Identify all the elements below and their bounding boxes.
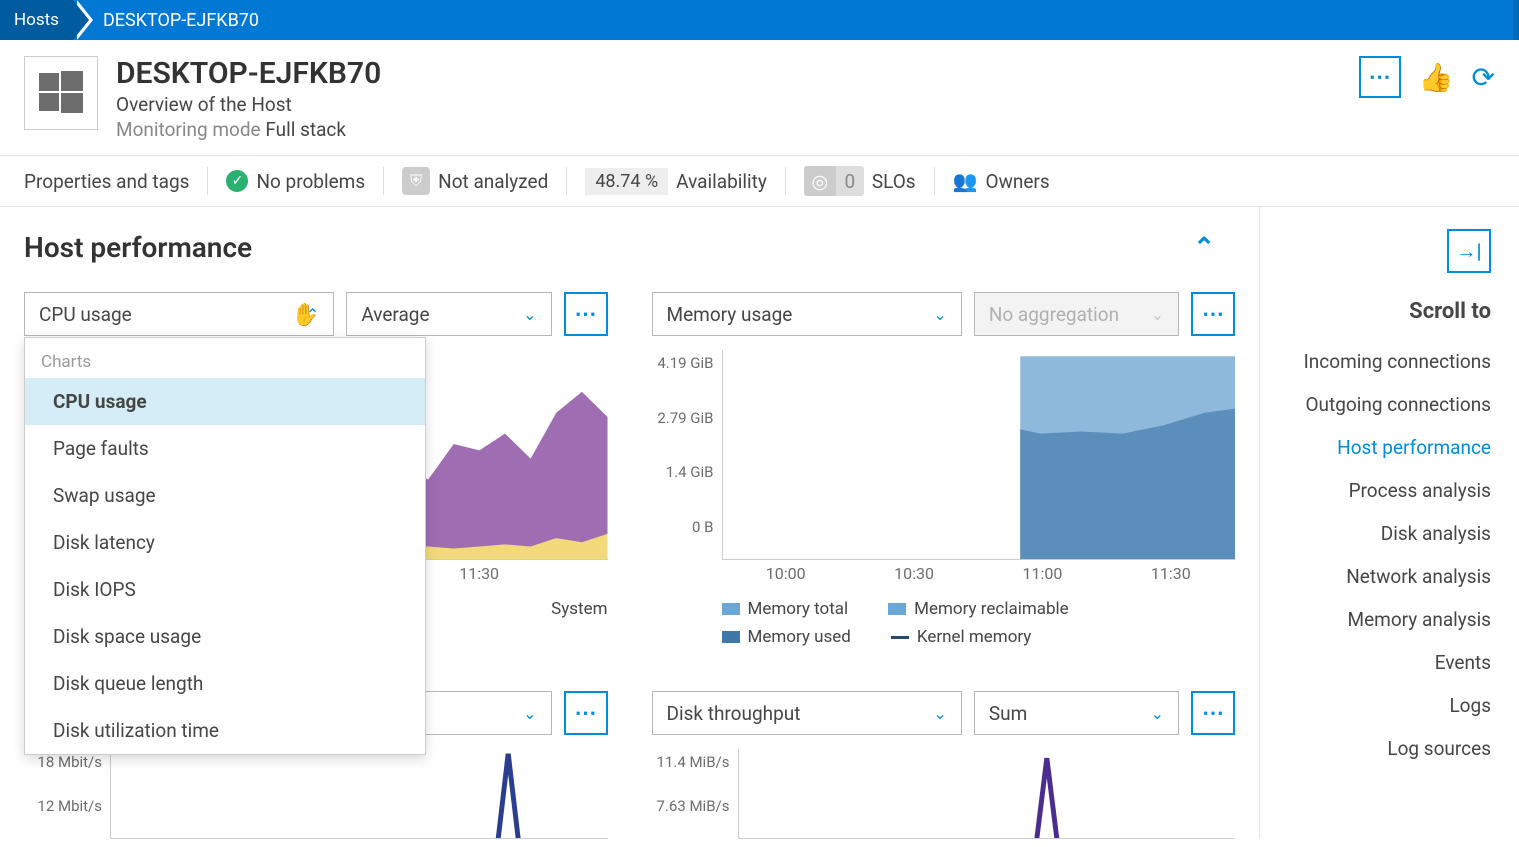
dropdown-item-page-faults[interactable]: Page faults bbox=[25, 425, 425, 472]
dropdown-item-cpu-usage[interactable]: CPU usage bbox=[25, 378, 425, 425]
refresh-icon[interactable]: ⟳ bbox=[1472, 61, 1495, 94]
scroll-link-network[interactable]: Network analysis bbox=[1288, 555, 1491, 598]
disk-chart-panel: Disk throughput⌄ Sum⌄ ⋯ 11.4 MiB/s7.63 M… bbox=[652, 691, 1236, 839]
memory-xaxis: 10:0010:3011:0011:30 bbox=[722, 564, 1236, 583]
disk-agg-dropdown[interactable]: Sum⌄ bbox=[974, 691, 1179, 735]
page-title: DESKTOP-EJFKB70 bbox=[116, 56, 381, 91]
memory-chart[interactable]: 4.19 GiB2.79 GiB1.4 GiB0 B bbox=[652, 350, 1236, 560]
divider bbox=[566, 167, 567, 195]
memory-agg-dropdown: No aggregation⌄ bbox=[974, 292, 1179, 336]
metric-dropdown-panel: Charts CPU usage Page faults Swap usage … bbox=[24, 337, 426, 755]
scroll-link-log-sources[interactable]: Log sources bbox=[1288, 727, 1491, 770]
chevron-up-icon: ⌃ bbox=[306, 305, 319, 324]
availability-pct: 48.74 % bbox=[585, 168, 668, 195]
scroll-link-memory[interactable]: Memory analysis bbox=[1288, 598, 1491, 641]
scroll-to-sidebar: →| Scroll to Incoming connections Outgoi… bbox=[1259, 207, 1519, 839]
disk-chart-menu[interactable]: ⋯ bbox=[1191, 691, 1235, 735]
problems-status[interactable]: ✓No problems bbox=[226, 170, 365, 193]
network-chart-menu[interactable]: ⋯ bbox=[564, 691, 608, 735]
disk-chart[interactable]: 11.4 MiB/s7.63 MiB/s bbox=[652, 749, 1236, 839]
dropdown-item-disk-latency[interactable]: Disk latency bbox=[25, 519, 425, 566]
memory-legend: Memory total Memory reclaimable Memory u… bbox=[722, 599, 1236, 647]
legend-item[interactable]: Memory used bbox=[722, 627, 851, 647]
dropdown-item-swap-usage[interactable]: Swap usage bbox=[25, 472, 425, 519]
cpu-chart-panel: CPU usage⌃ ✋ Charts CPU usage Page fault… bbox=[24, 292, 608, 647]
dropdown-item-disk-util[interactable]: Disk utilization time bbox=[25, 707, 425, 754]
memory-chart-panel: Memory usage⌄ No aggregation⌄ ⋯ 4.19 GiB… bbox=[652, 292, 1236, 647]
breadcrumb-bar: Hosts DESKTOP-EJFKB70 bbox=[0, 0, 1519, 40]
dropdown-scroll[interactable]: CPU usage Page faults Swap usage Disk la… bbox=[25, 378, 425, 754]
slo-icon: ◎ bbox=[804, 166, 836, 196]
page-subtitle: Overview of the Host bbox=[116, 93, 381, 116]
shield-icon: ⛨ bbox=[402, 167, 430, 195]
dropdown-item-disk-space[interactable]: Disk space usage bbox=[25, 613, 425, 660]
properties-tags-link[interactable]: Properties and tags bbox=[24, 170, 189, 193]
slos-status[interactable]: ◎0SLOs bbox=[804, 166, 916, 196]
dropdown-item-disk-queue[interactable]: Disk queue length bbox=[25, 660, 425, 707]
divider bbox=[383, 167, 384, 195]
legend-item[interactable]: Kernel memory bbox=[891, 627, 1031, 647]
dropdown-section-header: Charts bbox=[25, 346, 425, 378]
collapse-panel-button[interactable]: ⌃ bbox=[1193, 233, 1235, 263]
owners-link[interactable]: 👥Owners bbox=[953, 169, 1050, 193]
availability-status[interactable]: 48.74 %Availability bbox=[585, 168, 767, 195]
legend-item[interactable]: Memory total bbox=[722, 599, 849, 619]
divider bbox=[785, 167, 786, 195]
memory-chart-menu[interactable]: ⋯ bbox=[1191, 292, 1235, 336]
windows-icon bbox=[24, 56, 98, 130]
cpu-agg-dropdown[interactable]: Average⌄ bbox=[346, 292, 551, 336]
divider bbox=[207, 167, 208, 195]
memory-yaxis: 4.19 GiB2.79 GiB1.4 GiB0 B bbox=[652, 350, 722, 560]
scroll-link-process[interactable]: Process analysis bbox=[1288, 469, 1491, 512]
chevron-down-icon: ⌄ bbox=[1151, 305, 1164, 324]
scroll-link-outgoing[interactable]: Outgoing connections bbox=[1288, 383, 1491, 426]
cpu-chart-menu[interactable]: ⋯ bbox=[564, 292, 608, 336]
analyzed-status[interactable]: ⛨Not analyzed bbox=[402, 167, 548, 195]
scroll-to-title: Scroll to bbox=[1288, 299, 1491, 324]
chevron-down-icon: ⌄ bbox=[523, 704, 536, 723]
network-yaxis: 18 Mbit/s12 Mbit/s bbox=[24, 749, 110, 839]
scroll-link-disk[interactable]: Disk analysis bbox=[1288, 512, 1491, 555]
thumbs-up-icon[interactable]: 👍 bbox=[1419, 61, 1454, 94]
panel-title: Host performance bbox=[24, 231, 252, 264]
legend-item[interactable]: Memory reclaimable bbox=[888, 599, 1069, 619]
monitoring-mode: Monitoring mode Full stack bbox=[116, 118, 381, 141]
dropdown-item-disk-iops[interactable]: Disk IOPS bbox=[25, 566, 425, 613]
cpu-metric-dropdown[interactable]: CPU usage⌃ ✋ Charts CPU usage Page fault… bbox=[24, 292, 334, 336]
scroll-link-events[interactable]: Events bbox=[1288, 641, 1491, 684]
divider bbox=[934, 167, 935, 195]
chevron-down-icon: ⌄ bbox=[523, 305, 536, 324]
scroll-link-incoming[interactable]: Incoming connections bbox=[1288, 340, 1491, 383]
owners-icon: 👥 bbox=[953, 169, 978, 193]
check-icon: ✓ bbox=[226, 170, 248, 192]
breadcrumb-root[interactable]: Hosts bbox=[0, 0, 73, 40]
scroll-link-host-performance[interactable]: Host performance bbox=[1288, 426, 1491, 469]
collapse-sidebar-button[interactable]: →| bbox=[1447, 229, 1491, 273]
status-bar: Properties and tags ✓No problems ⛨Not an… bbox=[0, 155, 1519, 207]
chevron-down-icon: ⌄ bbox=[1151, 704, 1164, 723]
network-chart[interactable]: 18 Mbit/s12 Mbit/s bbox=[24, 749, 608, 839]
scroll-link-logs[interactable]: Logs bbox=[1288, 684, 1491, 727]
memory-metric-dropdown[interactable]: Memory usage⌄ bbox=[652, 292, 962, 336]
disk-yaxis: 11.4 MiB/s7.63 MiB/s bbox=[652, 749, 738, 839]
more-menu-button[interactable]: ⋯ bbox=[1359, 56, 1401, 98]
breadcrumb-current: DESKTOP-EJFKB70 bbox=[73, 10, 259, 31]
chevron-down-icon: ⌄ bbox=[933, 305, 946, 324]
chevron-down-icon: ⌄ bbox=[933, 704, 946, 723]
disk-metric-dropdown[interactable]: Disk throughput⌄ bbox=[652, 691, 962, 735]
page-header: DESKTOP-EJFKB70 Overview of the Host Mon… bbox=[0, 40, 1519, 155]
